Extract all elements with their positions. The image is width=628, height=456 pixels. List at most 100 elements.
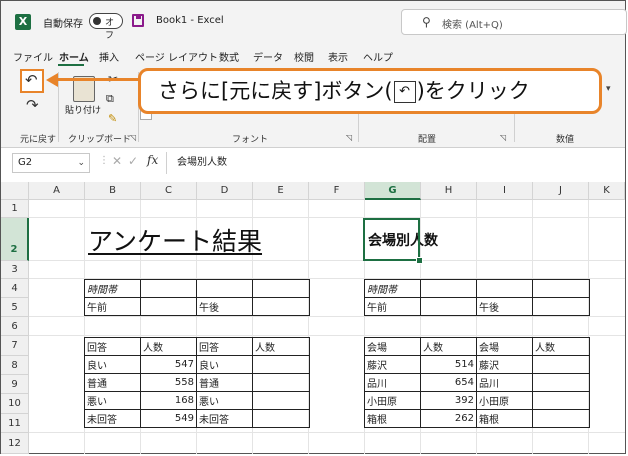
row-header-5[interactable]: 5 — [1, 298, 29, 317]
column-header-h[interactable]: H — [421, 182, 477, 200]
table-cell[interactable] — [196, 279, 253, 298]
table-cell[interactable] — [252, 409, 310, 428]
fill-handle[interactable] — [416, 257, 423, 264]
row-header-2[interactable]: 2 — [1, 218, 29, 261]
row-header-8[interactable]: 8 — [1, 356, 29, 375]
tab-page-layout[interactable]: ページ レイアウト — [135, 49, 218, 64]
column-header-cell[interactable]: 会場 — [364, 337, 421, 356]
tab-help[interactable]: ヘルプ — [363, 49, 393, 64]
tab-home[interactable]: ホーム — [59, 49, 89, 64]
table-cell[interactable] — [420, 297, 477, 316]
tab-data[interactable]: データ — [253, 49, 283, 64]
table-cell[interactable] — [252, 297, 310, 316]
tab-review[interactable]: 校閲 — [294, 49, 314, 64]
tab-file[interactable]: ファイル — [13, 49, 53, 64]
table-cell[interactable]: 654 — [420, 373, 477, 392]
table-cell[interactable]: 262 — [420, 409, 477, 428]
column-header-cell[interactable]: 人数 — [532, 337, 590, 356]
table-cell[interactable]: 箱根 — [364, 409, 421, 428]
table-cell[interactable]: 558 — [140, 373, 197, 392]
row-header-11[interactable]: 11 — [1, 414, 29, 433]
formula-input[interactable]: 会場別人数 — [166, 152, 624, 174]
table-cell[interactable]: 品川 — [364, 373, 421, 392]
column-header-f[interactable]: F — [309, 182, 365, 200]
table-cell[interactable]: 午前 — [364, 297, 421, 316]
row-header-9[interactable]: 9 — [1, 375, 29, 394]
table-cell[interactable]: 良い — [196, 355, 253, 374]
table-cell[interactable]: 514 — [420, 355, 477, 374]
table-cell[interactable]: 168 — [140, 391, 197, 410]
column-header-b[interactable]: B — [85, 182, 141, 200]
table-cell[interactable] — [532, 391, 590, 410]
row-header-1[interactable]: 1 — [1, 200, 29, 218]
table-cell[interactable]: 箱根 — [476, 409, 533, 428]
enter-icon[interactable]: ✓ — [128, 154, 138, 168]
table-cell[interactable]: 未回答 — [196, 409, 253, 428]
table-cell[interactable]: 品川 — [476, 373, 533, 392]
table-cell[interactable]: 547 — [140, 355, 197, 374]
table-cell[interactable]: 392 — [420, 391, 477, 410]
table-cell[interactable] — [532, 355, 590, 374]
column-header-j[interactable]: J — [533, 182, 589, 200]
table-cell[interactable]: 藤沢 — [364, 355, 421, 374]
table-cell[interactable] — [532, 297, 590, 316]
table-cell[interactable]: 午前 — [84, 297, 141, 316]
row-header-3[interactable]: 3 — [1, 261, 29, 279]
format-painter-icon[interactable]: ✎ — [108, 112, 117, 125]
column-header-a[interactable]: A — [29, 182, 85, 200]
save-icon[interactable] — [132, 14, 144, 27]
select-all-corner[interactable] — [1, 182, 29, 200]
column-header-cell[interactable]: 回答 — [196, 337, 253, 356]
column-header-cell[interactable]: 人数 — [140, 337, 197, 356]
alignment-launcher-icon[interactable]: ◹ — [500, 133, 506, 142]
table-cell[interactable] — [532, 373, 590, 392]
font-launcher-icon[interactable]: ◹ — [346, 133, 352, 142]
paste-button-label[interactable]: 貼り付け — [65, 103, 101, 116]
tab-formulas[interactable]: 数式 — [219, 49, 239, 64]
table-cell[interactable] — [532, 409, 590, 428]
cancel-icon[interactable]: ✕ — [112, 154, 122, 168]
table-cell[interactable]: 悪い — [84, 391, 141, 410]
autosave-toggle[interactable]: オフ — [89, 13, 123, 41]
table-cell[interactable]: 普通 — [84, 373, 141, 392]
table-cell[interactable] — [140, 279, 197, 298]
clipboard-launcher-icon[interactable]: ◹ — [130, 133, 136, 142]
table-cell[interactable] — [476, 279, 533, 298]
table-cell[interactable]: 小田原 — [364, 391, 421, 410]
table-cell[interactable]: 藤沢 — [476, 355, 533, 374]
table-cell[interactable] — [140, 297, 197, 316]
table-cell[interactable]: 時間帯 — [84, 279, 141, 298]
column-header-cell[interactable]: 人数 — [420, 337, 477, 356]
table-cell[interactable] — [420, 279, 477, 298]
row-header-10[interactable]: 10 — [1, 394, 29, 414]
column-header-cell[interactable]: 回答 — [84, 337, 141, 356]
tab-insert[interactable]: 挿入 — [99, 49, 119, 64]
copy-icon[interactable]: ⧉ — [106, 92, 114, 106]
column-header-e[interactable]: E — [253, 182, 309, 200]
table-cell[interactable]: 小田原 — [476, 391, 533, 410]
table-cell[interactable] — [252, 355, 310, 374]
table-cell[interactable]: 午後 — [196, 297, 253, 316]
table-cell[interactable]: 良い — [84, 355, 141, 374]
column-header-g[interactable]: G — [365, 182, 421, 200]
column-header-k[interactable]: K — [589, 182, 625, 200]
table-cell[interactable]: 未回答 — [84, 409, 141, 428]
row-header-7[interactable]: 7 — [1, 336, 29, 356]
search-box[interactable]: ⚲ 検索 (Alt+Q) — [401, 9, 627, 35]
row-header-4[interactable]: 4 — [1, 279, 29, 298]
number-format-dropdown-icon[interactable]: ▾ — [606, 84, 611, 94]
row-header-12[interactable]: 12 — [1, 433, 29, 454]
table-cell[interactable]: 悪い — [196, 391, 253, 410]
table-cell[interactable]: 普通 — [196, 373, 253, 392]
chevron-down-icon[interactable]: ⌄ — [77, 154, 85, 172]
column-header-c[interactable]: C — [141, 182, 197, 200]
column-header-cell[interactable]: 会場 — [476, 337, 533, 356]
redo-button[interactable]: ↷ — [26, 96, 39, 114]
table-cell[interactable] — [252, 391, 310, 410]
table-cell[interactable]: 549 — [140, 409, 197, 428]
name-box[interactable]: G2 ⌄ — [12, 153, 90, 173]
table-cell[interactable]: 午後 — [476, 297, 533, 316]
column-header-d[interactable]: D — [197, 182, 253, 200]
undo-button[interactable]: ↶ — [20, 69, 44, 93]
table-cell[interactable] — [252, 373, 310, 392]
